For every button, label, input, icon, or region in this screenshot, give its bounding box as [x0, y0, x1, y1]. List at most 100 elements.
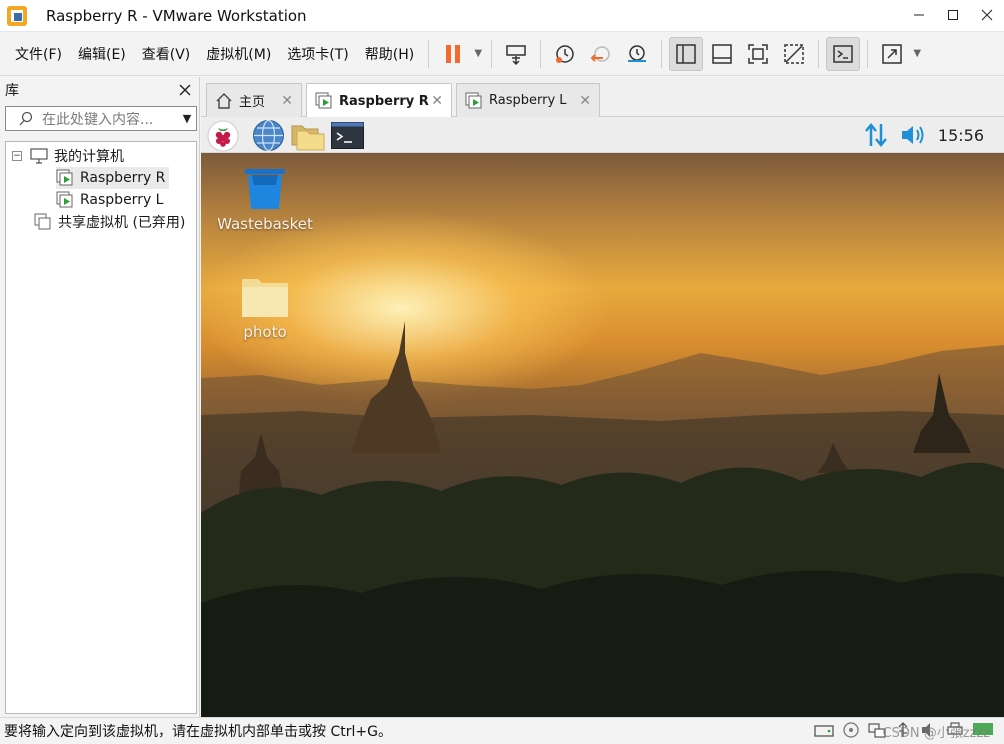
tab-home[interactable]: 主页 ✕ — [206, 83, 302, 117]
close-tab-icon[interactable]: ✕ — [579, 93, 591, 109]
library-title: 库 — [5, 83, 19, 99]
toolbar-separator — [540, 39, 542, 68]
library-search-input[interactable]: 在此处键入内容... ▼ — [5, 106, 197, 131]
search-placeholder: 在此处键入内容... — [42, 111, 154, 128]
tree-label: 共享虚拟机 (已弃用) — [58, 215, 186, 231]
revert-snapshot-icon — [590, 45, 610, 62]
library-panel: 库 在此处键入内容... ▼ − 我的计算机 Raspberry R Raspb… — [0, 77, 200, 717]
vmware-app-icon — [7, 5, 27, 26]
full-screen-button[interactable] — [741, 37, 775, 71]
landscape-wallpaper — [201, 321, 1004, 717]
vm-tab-icon — [315, 92, 332, 109]
toolbar-separator — [661, 39, 663, 68]
status-bar: 要将输入定向到该虚拟机，请在虚拟机内部单击或按 Ctrl+G。 CSDN @小张… — [0, 717, 1004, 744]
snapshot-icon — [556, 44, 574, 63]
stretch-guest-button[interactable] — [875, 37, 909, 71]
tree-item-raspberry-l[interactable]: Raspberry L — [56, 189, 163, 211]
hard-disk-icon[interactable] — [814, 721, 834, 739]
desktop-icon-wastebasket[interactable]: Wastebasket — [215, 165, 315, 233]
vm-console[interactable]: 15:56 Wastebasket photo — [201, 117, 1004, 717]
maximize-icon — [948, 10, 958, 20]
library-tree: − 我的计算机 Raspberry R Raspberry L 共享虚拟机 (已… — [5, 141, 197, 714]
tab-strip: 主页 ✕ Raspberry R ✕ Raspberry L ✕ — [201, 77, 1004, 118]
close-window-button[interactable] — [970, 0, 1004, 30]
pause-button[interactable] — [436, 37, 470, 71]
toolbar-separator — [491, 39, 493, 68]
close-tab-icon[interactable]: ✕ — [281, 93, 293, 109]
take-snapshot-button[interactable] — [548, 37, 582, 71]
terminal-icon[interactable] — [331, 122, 364, 149]
send-ctrl-alt-del-icon — [506, 44, 526, 65]
tree-item-raspberry-r[interactable]: Raspberry R — [56, 167, 170, 189]
menu-toolbar: 文件(F) 编辑(E) 查看(V) 虚拟机(M) 选项卡(T) 帮助(H) ▼ … — [0, 32, 1004, 76]
menu-tabs[interactable]: 选项卡(T) — [279, 39, 356, 69]
tree-label: Raspberry R — [80, 170, 166, 186]
tab-raspberry-l[interactable]: Raspberry L ✕ — [456, 83, 600, 117]
snapshot-manager-icon — [628, 44, 647, 62]
full-screen-icon — [748, 43, 768, 64]
collapse-toggle-icon[interactable]: − — [12, 151, 22, 161]
status-message: 要将输入定向到该虚拟机，请在虚拟机内部单击或按 Ctrl+G。 — [4, 724, 392, 740]
menu-help[interactable]: 帮助(H) — [357, 39, 422, 69]
desktop-icon-label: Wastebasket — [217, 215, 313, 233]
revert-snapshot-button[interactable] — [584, 37, 618, 71]
home-icon — [216, 92, 232, 109]
toolbar-separator — [867, 39, 869, 68]
close-tab-icon[interactable]: ✕ — [431, 93, 443, 109]
tree-item-my-computer[interactable]: − 我的计算机 — [12, 145, 124, 167]
search-dropdown-icon[interactable]: ▼ — [178, 112, 196, 125]
thumbnail-bar-icon — [712, 43, 732, 64]
folder-icon — [242, 279, 288, 317]
tree-label: 我的计算机 — [54, 149, 124, 165]
thumbnail-bar-button[interactable] — [705, 37, 739, 71]
stretch-icon — [882, 43, 902, 64]
send-ctrl-alt-del-button[interactable] — [499, 37, 533, 71]
raspberry-pi-taskbar: 15:56 — [201, 117, 1004, 153]
close-icon — [981, 9, 993, 21]
console-view-icon — [833, 44, 853, 63]
minimize-button[interactable] — [902, 0, 936, 30]
unity-icon — [784, 43, 804, 64]
close-library-icon[interactable] — [179, 84, 191, 96]
pause-dropdown[interactable]: ▼ — [471, 37, 485, 71]
menu-view[interactable]: 查看(V) — [134, 39, 199, 69]
menu-file[interactable]: 文件(F) — [7, 39, 70, 69]
tree-label: Raspberry L — [80, 192, 164, 208]
toolbar-separator — [428, 39, 430, 68]
maximize-button[interactable] — [936, 0, 970, 30]
network-transfer-icon[interactable] — [863, 122, 889, 148]
tab-label: Raspberry R — [339, 93, 429, 109]
vm-running-icon — [56, 191, 73, 208]
watermark-text: CSDN @小张zzzz — [882, 726, 991, 741]
tree-item-shared-vms[interactable]: 共享虚拟机 (已弃用) — [34, 211, 185, 233]
stretch-dropdown[interactable]: ▼ — [910, 37, 924, 71]
snapshot-manager-button[interactable] — [620, 37, 654, 71]
title-bar: Raspberry R - VMware Workstation — [0, 0, 1004, 32]
tab-raspberry-r[interactable]: Raspberry R ✕ — [306, 83, 452, 118]
shared-vm-icon — [34, 213, 51, 230]
console-view-button[interactable] — [826, 36, 861, 71]
web-browser-icon[interactable] — [252, 119, 285, 152]
menu-vm[interactable]: 虚拟机(M) — [198, 39, 279, 69]
wastebasket-icon — [245, 169, 285, 209]
show-library-icon — [676, 43, 696, 64]
desktop-icon-label: photo — [243, 323, 287, 341]
unity-button[interactable] — [777, 37, 811, 71]
raspberry-menu-icon[interactable] — [207, 120, 239, 152]
window-title: Raspberry R - VMware Workstation — [46, 6, 307, 25]
menu-edit[interactable]: 编辑(E) — [70, 39, 134, 69]
guest-desktop[interactable]: Wastebasket photo — [201, 153, 1004, 717]
show-library-button[interactable] — [669, 36, 704, 71]
cd-rom-icon[interactable] — [842, 721, 860, 739]
tab-label: 主页 — [239, 95, 266, 110]
tab-label: Raspberry L — [489, 93, 567, 108]
computer-icon — [30, 148, 48, 164]
minimize-icon — [914, 14, 924, 16]
desktop-icon-photo[interactable]: photo — [215, 275, 315, 341]
toolbar-separator — [818, 39, 820, 68]
pause-icon — [446, 44, 461, 63]
volume-icon[interactable] — [900, 124, 928, 146]
file-manager-icon[interactable] — [291, 121, 325, 151]
search-icon — [19, 111, 33, 125]
taskbar-clock: 15:56 — [937, 126, 984, 145]
